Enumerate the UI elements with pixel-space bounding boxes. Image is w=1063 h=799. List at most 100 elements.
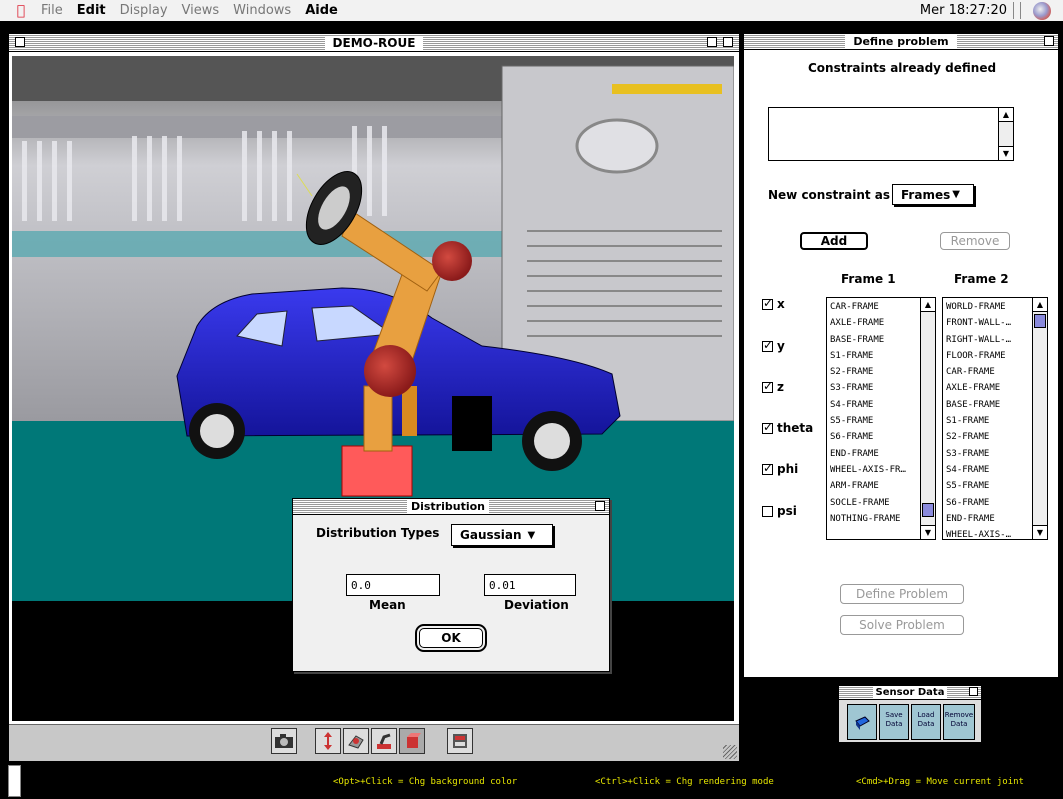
frame2-list[interactable]: WORLD-FRAME FRONT-WALL-… RIGHT-WALL-… FL… xyxy=(942,297,1048,540)
list-item[interactable]: S4-FRAME xyxy=(946,462,1031,478)
list-item[interactable]: S3-FRAME xyxy=(830,380,919,396)
list-item[interactable]: ARM-FRAME xyxy=(830,478,919,494)
menu-windows[interactable]: Windows xyxy=(226,3,298,18)
define-problem-button[interactable]: Define Problem xyxy=(840,584,964,604)
check-y[interactable]: y xyxy=(762,338,785,353)
viewer-titlebar[interactable]: DEMO-ROUE xyxy=(9,34,739,52)
list-item[interactable]: WHEEL-AXIS-FR… xyxy=(830,462,919,478)
list-item[interactable]: S5-FRAME xyxy=(946,478,1031,494)
remove-button[interactable]: Remove xyxy=(940,232,1010,250)
list-item[interactable]: S3-FRAME xyxy=(946,446,1031,462)
status-window-tab[interactable] xyxy=(8,765,21,797)
scroll-up-icon[interactable]: ▲ xyxy=(921,298,935,312)
list-item[interactable]: BASE-FRAME xyxy=(946,397,1031,413)
frame1-list[interactable]: CAR-FRAME AXLE-FRAME BASE-FRAME S1-FRAME… xyxy=(826,297,936,540)
list-item[interactable]: FLOOR-FRAME xyxy=(946,348,1031,364)
scroll-thumb[interactable] xyxy=(922,503,934,517)
camera-icon[interactable] xyxy=(271,728,297,754)
checkbox-z[interactable] xyxy=(762,379,773,393)
mean-input[interactable] xyxy=(346,574,440,596)
save-data-button[interactable]: Save Data xyxy=(879,704,909,740)
menu-display[interactable]: Display xyxy=(113,3,175,18)
list-item[interactable]: END-FRAME xyxy=(830,446,919,462)
menu-aide[interactable]: Aide xyxy=(298,3,345,18)
list-item[interactable]: S2-FRAME xyxy=(830,364,919,380)
list-item[interactable]: SOCLE-FRAME xyxy=(830,495,919,511)
list-item[interactable]: WHEEL-AXIS-… xyxy=(946,527,1031,539)
menu-clock[interactable]: Mer 18:27:20 xyxy=(920,3,1007,18)
constraints-heading: Constraints already defined xyxy=(808,61,997,75)
scroll-thumb[interactable] xyxy=(1034,314,1046,328)
add-button[interactable]: Add xyxy=(800,232,868,250)
menu-views[interactable]: Views xyxy=(175,3,227,18)
list-item[interactable]: S6-FRAME xyxy=(830,429,919,445)
list-item[interactable]: S1-FRAME xyxy=(830,348,919,364)
list-item[interactable]: S2-FRAME xyxy=(946,429,1031,445)
scroll-down-icon[interactable]: ▼ xyxy=(1033,525,1047,539)
list-item[interactable]: WORLD-FRAME xyxy=(946,299,1031,315)
checkbox-theta[interactable] xyxy=(762,420,773,434)
rotate-icon[interactable] xyxy=(343,728,369,754)
list-item[interactable]: FRONT-WALL-… xyxy=(946,315,1031,331)
list-item[interactable]: AXLE-FRAME xyxy=(946,380,1031,396)
sensor-collapse-box[interactable] xyxy=(969,687,978,696)
scroll-down-icon[interactable]: ▼ xyxy=(999,146,1013,160)
panel-icon[interactable] xyxy=(447,728,473,754)
menu-edit[interactable]: Edit xyxy=(70,3,113,18)
list-item[interactable]: AXLE-FRAME xyxy=(830,315,919,331)
viewer-close-box[interactable] xyxy=(15,37,25,47)
checkbox-y[interactable] xyxy=(762,338,773,352)
move-icon[interactable] xyxy=(315,728,341,754)
frame2-scrollbar[interactable]: ▲ ▼ xyxy=(1032,298,1047,539)
application-menu-icon[interactable] xyxy=(1033,2,1051,20)
constraints-scrollbar[interactable]: ▲ ▼ xyxy=(998,108,1013,160)
viewer-zoom-box[interactable] xyxy=(707,37,717,47)
distribution-collapse-box[interactable] xyxy=(595,501,605,511)
load-data-button[interactable]: Load Data xyxy=(911,704,941,740)
define-problem-titlebar[interactable]: Define problem xyxy=(744,34,1058,50)
sensor-cube-button[interactable] xyxy=(847,704,877,740)
list-item[interactable]: S5-FRAME xyxy=(830,413,919,429)
check-phi[interactable]: phi xyxy=(762,461,798,476)
list-item[interactable]: S1-FRAME xyxy=(946,413,1031,429)
list-item[interactable]: END-FRAME xyxy=(946,511,1031,527)
list-item[interactable]: CAR-FRAME xyxy=(946,364,1031,380)
distribution-titlebar[interactable]: Distribution xyxy=(293,499,609,515)
menu-file[interactable]: File xyxy=(34,3,70,18)
ok-button[interactable]: OK xyxy=(415,624,487,652)
checkbox-psi[interactable] xyxy=(762,505,773,517)
check-psi[interactable]: psi xyxy=(762,504,797,518)
list-item[interactable]: RIGHT-WALL-… xyxy=(946,332,1031,348)
scroll-up-icon[interactable]: ▲ xyxy=(1033,298,1047,312)
list-item[interactable]: CAR-FRAME xyxy=(830,299,919,315)
distribution-type-select[interactable]: Gaussian ▼ xyxy=(451,524,553,546)
scroll-down-icon[interactable]: ▼ xyxy=(921,525,935,539)
checkbox-x[interactable] xyxy=(762,296,773,310)
check-theta[interactable]: theta xyxy=(762,420,813,435)
list-item[interactable]: S6-FRAME xyxy=(946,495,1031,511)
list-item[interactable]: NOTHING-FRAME xyxy=(830,511,919,527)
deviation-label: Deviation xyxy=(504,598,569,612)
object-icon[interactable] xyxy=(399,728,425,754)
frame1-scrollbar[interactable]: ▲ ▼ xyxy=(920,298,935,539)
check-x[interactable]: x xyxy=(762,296,785,311)
list-item[interactable]: BASE-FRAME xyxy=(830,332,919,348)
apple-menu-icon[interactable]:  xyxy=(8,3,34,19)
sensor-title: Sensor Data xyxy=(872,687,948,698)
checkbox-phi[interactable] xyxy=(762,461,773,475)
scroll-up-icon[interactable]: ▲ xyxy=(999,108,1013,122)
viewer-resize-handle[interactable] xyxy=(723,745,737,759)
define-problem-collapse-box[interactable] xyxy=(1044,36,1054,46)
frame1-heading: Frame 1 xyxy=(841,272,896,286)
remove-data-button[interactable]: Remove Data xyxy=(943,704,975,740)
constraints-list[interactable]: ▲ ▼ xyxy=(768,107,1014,161)
solve-problem-button[interactable]: Solve Problem xyxy=(840,615,964,635)
sensor-titlebar[interactable]: Sensor Data xyxy=(839,686,981,700)
frame1-items: CAR-FRAME AXLE-FRAME BASE-FRAME S1-FRAME… xyxy=(830,299,919,527)
check-z[interactable]: z xyxy=(762,379,784,394)
new-constraint-select[interactable]: Frames ▼ xyxy=(892,184,974,205)
list-item[interactable]: S4-FRAME xyxy=(830,397,919,413)
robot-arm-icon[interactable] xyxy=(371,728,397,754)
viewer-collapse-box[interactable] xyxy=(723,37,733,47)
deviation-input[interactable] xyxy=(484,574,576,596)
